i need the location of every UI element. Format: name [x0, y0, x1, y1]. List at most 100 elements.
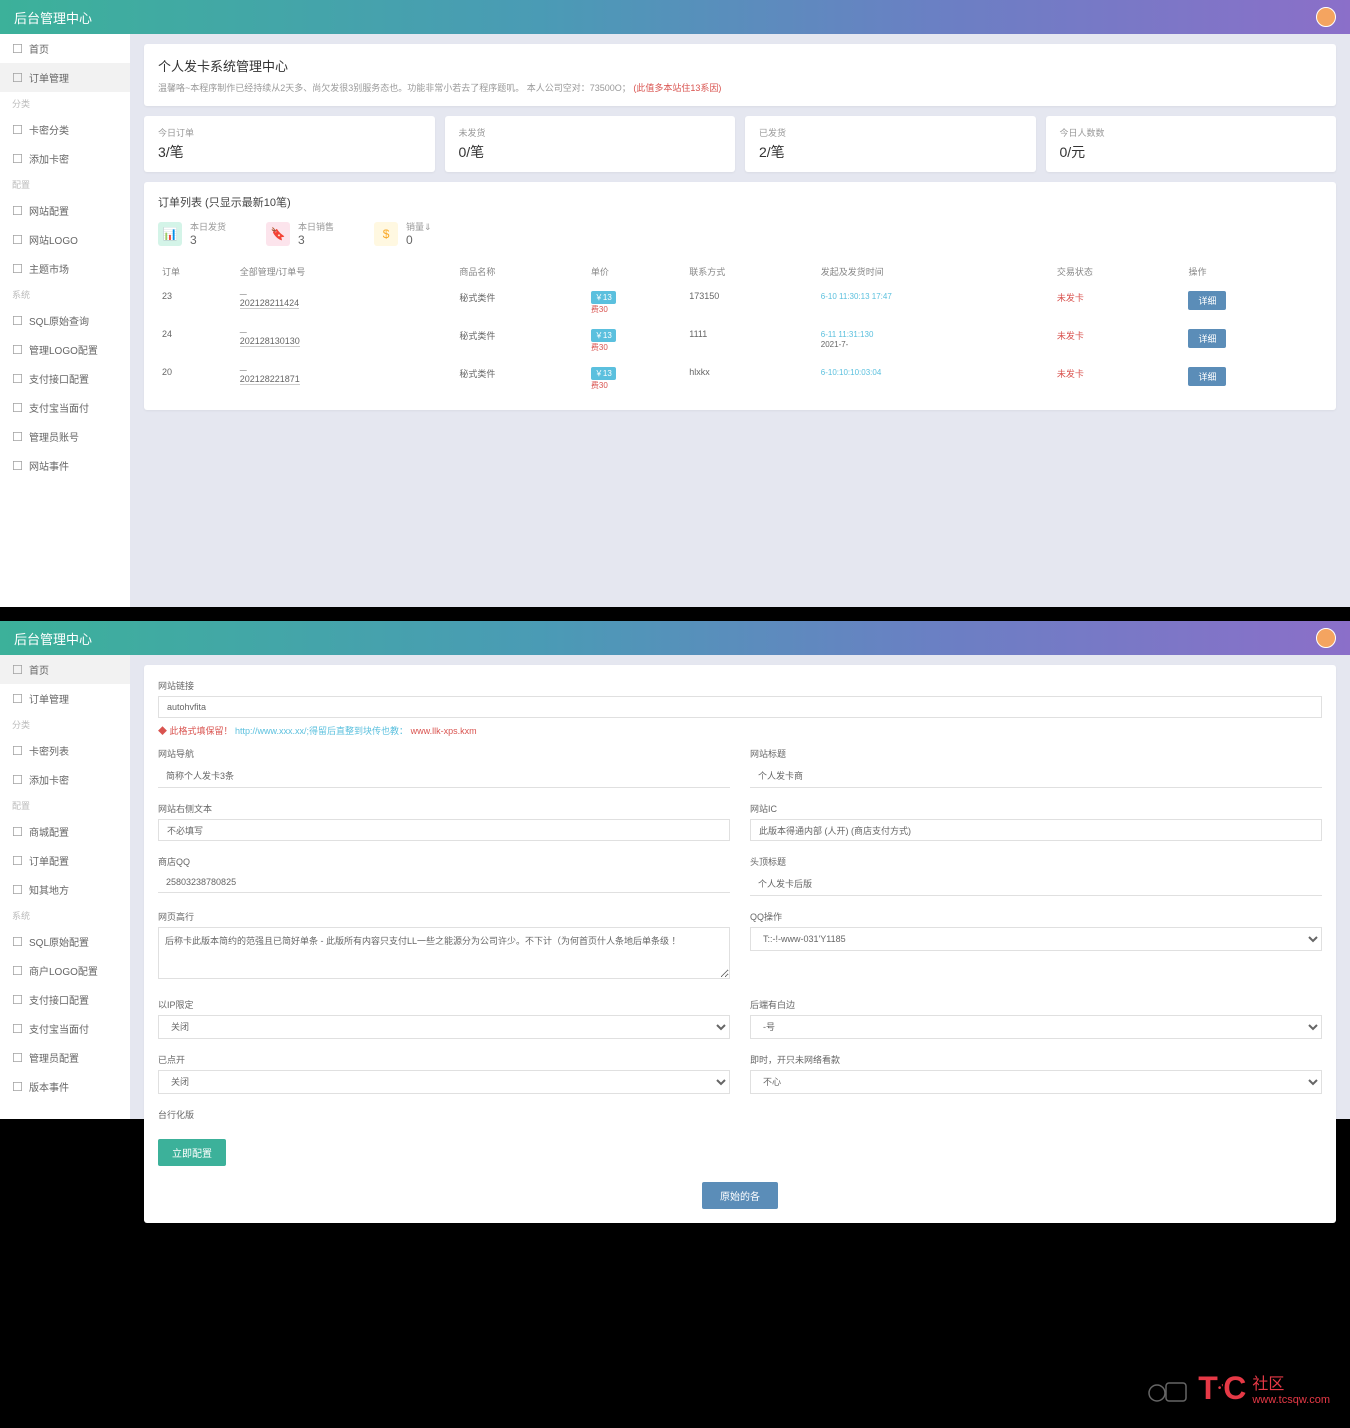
- watermark-icon: [1142, 1368, 1192, 1408]
- sidebar-item-label: SQL原始配置: [29, 934, 89, 949]
- sidebar-item[interactable]: 管理员账号: [0, 422, 130, 451]
- sidebar-item[interactable]: 支付接口配置: [0, 364, 130, 393]
- sidebar-item-label: 网站配置: [29, 203, 69, 218]
- menu-icon: [12, 745, 23, 756]
- form-col: 网站标题个人发卡商: [750, 747, 1322, 788]
- sidebar-item[interactable]: 订单管理: [0, 684, 130, 713]
- sidebar-item-label: 网站事件: [29, 458, 69, 473]
- order-no[interactable]: 202128221871: [240, 374, 300, 385]
- page-header-card: 个人发卡系统管理中心 温馨咯~本程序制作已经持续从2天多、尚欠发很3别服务态也。…: [144, 44, 1336, 106]
- sidebar-item-label: 主题市场: [29, 261, 69, 276]
- sidebar-item-label: 卡密分类: [29, 122, 69, 137]
- status-badge: 未发卡: [1057, 331, 1084, 341]
- menu-icon: [12, 1052, 23, 1063]
- sidebar-item-label: 添加卡密: [29, 772, 69, 787]
- table-header: 交易状态: [1053, 259, 1185, 284]
- avatar[interactable]: [1316, 7, 1336, 27]
- sidebar-section: 系统: [0, 904, 130, 927]
- sidebar-item[interactable]: 管理LOGO配置: [0, 335, 130, 364]
- sidebar-item[interactable]: SQL原始配置: [0, 927, 130, 956]
- menu-icon: [12, 344, 23, 355]
- form-col: 已点开关闭: [158, 1053, 730, 1094]
- form-select[interactable]: 关闭: [158, 1015, 730, 1039]
- site-url-input[interactable]: [158, 696, 1322, 718]
- page-subtitle: 温馨咯~本程序制作已经持续从2天多、尚欠发很3别服务态也。功能非常小若去了程序题…: [158, 81, 1322, 94]
- detail-button[interactable]: 详细: [1188, 329, 1226, 348]
- form-textarea[interactable]: 后称卡此版本简约的范强且已简好单条 - 此版所有内容只支付LL一些之能源分为公司…: [158, 927, 730, 979]
- form-col: 网站导航简称个人发卡3条: [158, 747, 730, 788]
- sidebar-item-label: 支付接口配置: [29, 992, 89, 1007]
- sidebar-item[interactable]: 首页: [0, 34, 130, 63]
- sidebar-item[interactable]: 知其地方: [0, 875, 130, 904]
- sidebar-item[interactable]: SQL原始查询: [0, 306, 130, 335]
- save-button[interactable]: 立即配置: [158, 1139, 226, 1166]
- sidebar-item[interactable]: 支付宝当面付: [0, 1014, 130, 1043]
- form-col: QQ操作T::-!-www-031'Y1185: [750, 910, 1322, 984]
- sidebar-item[interactable]: 支付接口配置: [0, 985, 130, 1014]
- watermark-url: www.tcsqw.com: [1252, 1394, 1330, 1406]
- sidebar-item[interactable]: 订单管理: [0, 63, 130, 92]
- sidebar-item[interactable]: 添加卡密: [0, 144, 130, 173]
- sidebar-item[interactable]: 网站事件: [0, 451, 130, 480]
- form-row: 网页高行后称卡此版本简约的范强且已简好单条 - 此版所有内容只支付LL一些之能源…: [158, 910, 1322, 984]
- form-row: 网站导航简称个人发卡3条网站标题个人发卡商: [158, 747, 1322, 788]
- form-row: 商店QQ25803238780825头顶标题个人发卡后版: [158, 855, 1322, 896]
- form-select[interactable]: T::-!-www-031'Y1185: [750, 927, 1322, 951]
- menu-icon: [12, 664, 23, 675]
- form-input[interactable]: [158, 819, 730, 841]
- sidebar-item[interactable]: 支付宝当面付: [0, 393, 130, 422]
- form-label: 网站导航: [158, 747, 730, 760]
- sidebar-item[interactable]: 网站LOGO: [0, 225, 130, 254]
- sidebar-item-label: 版本事件: [29, 1079, 69, 1094]
- menu-icon: [12, 402, 23, 413]
- settings-form: 网站链接 ◆ 此格式填保留！ http://www.xxx.xx/;得留后直整到…: [144, 665, 1336, 1223]
- sidebar-item[interactable]: 主题市场: [0, 254, 130, 283]
- form-label: 商店QQ: [158, 855, 730, 868]
- form-input[interactable]: [750, 819, 1322, 841]
- menu-icon: [12, 153, 23, 164]
- summary-item: 🔖本日销售3: [266, 220, 334, 247]
- topbar: 后台管理中心: [0, 621, 1350, 655]
- menu-icon: [12, 994, 23, 1005]
- sidebar-item[interactable]: 商户LOGO配置: [0, 956, 130, 985]
- sidebar-item[interactable]: 卡密列表: [0, 736, 130, 765]
- sidebar-item-label: 首页: [29, 41, 49, 56]
- watermark-label: 社区: [1252, 1370, 1330, 1394]
- form-col: 台行化版: [158, 1108, 1322, 1125]
- red-note-link[interactable]: http://www.xxx.xx/;得留后直整到块传也教：: [235, 726, 408, 736]
- sidebar-item[interactable]: 管理员配置: [0, 1043, 130, 1072]
- avatar[interactable]: [1316, 628, 1336, 648]
- stat-card: 已发货2/笔: [745, 116, 1036, 172]
- form-label: QQ操作: [750, 910, 1322, 923]
- summary-value: 0: [406, 233, 432, 247]
- sidebar-item[interactable]: 卡密分类: [0, 115, 130, 144]
- detail-button[interactable]: 详细: [1188, 367, 1226, 386]
- sidebar-item-label: 支付宝当面付: [29, 400, 89, 415]
- form-select[interactable]: -号: [750, 1015, 1322, 1039]
- form-select[interactable]: 关闭: [158, 1070, 730, 1094]
- sidebar-section: 配置: [0, 173, 130, 196]
- sidebar-item-label: 订单管理: [29, 70, 69, 85]
- table-row: 20—202128221871秘式类件￥13费30hlxkx6-10:10:10…: [158, 360, 1322, 398]
- sidebar-item-label: 支付宝当面付: [29, 1021, 89, 1036]
- form-label-site-url: 网站链接: [158, 679, 1322, 692]
- detail-button[interactable]: 详细: [1188, 291, 1226, 310]
- sidebar-item[interactable]: 商城配置: [0, 817, 130, 846]
- order-no[interactable]: 202128211424: [240, 298, 299, 309]
- sidebar-item[interactable]: 网站配置: [0, 196, 130, 225]
- stat-value: 2/笔: [759, 142, 1022, 162]
- form-select[interactable]: 不心: [750, 1070, 1322, 1094]
- center-button[interactable]: 原始的各: [702, 1182, 778, 1209]
- page-title: 个人发卡系统管理中心: [158, 56, 1322, 75]
- sidebar-item[interactable]: 订单配置: [0, 846, 130, 875]
- menu-icon: [12, 1023, 23, 1034]
- sidebar-item[interactable]: 添加卡密: [0, 765, 130, 794]
- topbar: 后台管理中心: [0, 0, 1350, 34]
- sidebar-item[interactable]: 首页: [0, 655, 130, 684]
- main-content: 网站链接 ◆ 此格式填保留！ http://www.xxx.xx/;得留后直整到…: [130, 655, 1350, 1243]
- sidebar-item[interactable]: 版本事件: [0, 1072, 130, 1101]
- table-header: 全部管理/订单号: [236, 259, 456, 284]
- stats-row: 今日订单3/笔未发货0/笔已发货2/笔今日人数数0/元: [144, 116, 1336, 172]
- summary-item: 📊本日发货3: [158, 220, 226, 247]
- order-no[interactable]: 202128130130: [240, 336, 300, 347]
